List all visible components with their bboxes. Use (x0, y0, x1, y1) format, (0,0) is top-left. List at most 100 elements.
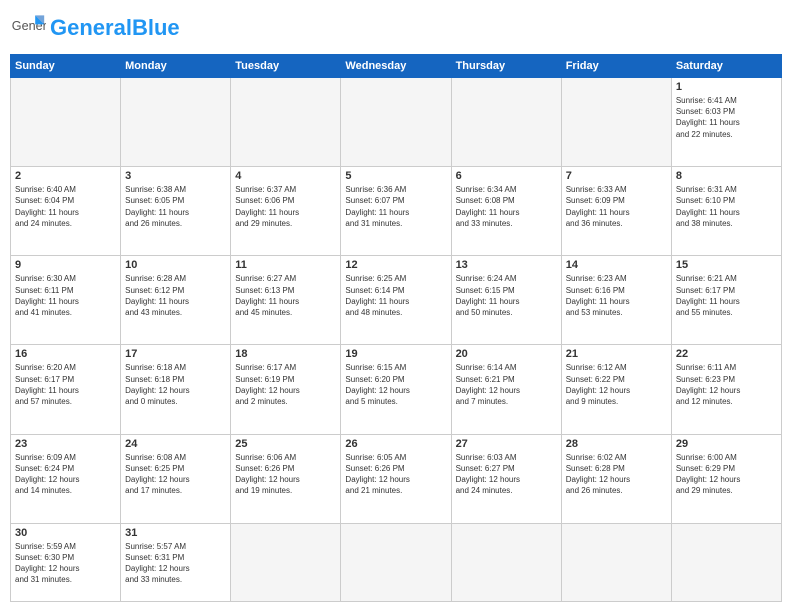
calendar-cell: 13 Sunrise: 6:24 AM Sunset: 6:15 PM Dayli… (451, 256, 561, 345)
day-number: 3 (125, 170, 226, 182)
calendar-cell: 18Sunrise: 6:17 AM Sunset: 6:19 PM Dayli… (231, 345, 341, 434)
calendar-cell: 4Sunrise: 6:37 AM Sunset: 6:06 PM Daylig… (231, 167, 341, 256)
day-number: 7 (566, 170, 667, 182)
day-info: Sunrise: 6:28 AM Sunset: 6:12 PM Dayligh… (125, 273, 226, 318)
calendar-cell: 7 Sunrise: 6:33 AM Sunset: 6:09 PM Daylig… (561, 167, 671, 256)
calendar-cell (231, 78, 341, 167)
calendar-cell: 15 Sunrise: 6:21 AM Sunset: 6:17 PM Dayli… (671, 256, 781, 345)
day-info: Sunrise: 6:40 AM Sunset: 6:04 PM Dayligh… (15, 184, 116, 229)
day-info: Sunrise: 6:06 AM Sunset: 6:26 PM Dayligh… (235, 452, 336, 497)
calendar-cell (671, 523, 781, 601)
day-info: Sunrise: 6:36 AM Sunset: 6:07 PM Dayligh… (345, 184, 446, 229)
calendar-cell: 10 Sunrise: 6:28 AM Sunset: 6:12 PM Dayli… (121, 256, 231, 345)
day-number: 8 (676, 170, 777, 182)
day-info: Sunrise: 6:21 AM Sunset: 6:17 PM Dayligh… (676, 273, 777, 318)
header: General GeneralBlue (10, 10, 782, 46)
day-number: 21 (566, 348, 667, 360)
day-info: Sunrise: 6:24 AM Sunset: 6:15 PM Dayligh… (456, 273, 557, 318)
day-info: Sunrise: 6:08 AM Sunset: 6:25 PM Dayligh… (125, 452, 226, 497)
day-number: 22 (676, 348, 777, 360)
weekday-header-thursday: Thursday (451, 55, 561, 78)
day-info: Sunrise: 6:27 AM Sunset: 6:13 PM Dayligh… (235, 273, 336, 318)
calendar-cell: 26 Sunrise: 6:05 AM Sunset: 6:26 PM Dayli… (341, 434, 451, 523)
day-info: Sunrise: 6:33 AM Sunset: 6:09 PM Dayligh… (566, 184, 667, 229)
calendar-week-row: 23Sunrise: 6:09 AM Sunset: 6:24 PM Dayli… (11, 434, 782, 523)
day-number: 14 (566, 259, 667, 271)
calendar-cell (341, 78, 451, 167)
calendar-cell: 25 Sunrise: 6:06 AM Sunset: 6:26 PM Dayli… (231, 434, 341, 523)
calendar-cell: 30 Sunrise: 5:59 AM Sunset: 6:30 PM Dayli… (11, 523, 121, 601)
calendar-cell (451, 523, 561, 601)
weekday-header-row: SundayMondayTuesdayWednesdayThursdayFrid… (11, 55, 782, 78)
day-number: 31 (125, 527, 226, 539)
day-info: Sunrise: 5:57 AM Sunset: 6:31 PM Dayligh… (125, 541, 226, 586)
day-info: Sunrise: 6:31 AM Sunset: 6:10 PM Dayligh… (676, 184, 777, 229)
calendar-cell: 20 Sunrise: 6:14 AM Sunset: 6:21 PM Dayli… (451, 345, 561, 434)
day-number: 9 (15, 259, 116, 271)
calendar-cell: 19Sunrise: 6:15 AM Sunset: 6:20 PM Dayli… (341, 345, 451, 434)
logo: General GeneralBlue (10, 10, 180, 46)
calendar-cell: 9Sunrise: 6:30 AM Sunset: 6:11 PM Daylig… (11, 256, 121, 345)
calendar-cell (561, 78, 671, 167)
page: General GeneralBlue SundayMondayTuesdayW… (0, 0, 792, 612)
day-number: 16 (15, 348, 116, 360)
day-number: 13 (456, 259, 557, 271)
calendar-table: SundayMondayTuesdayWednesdayThursdayFrid… (10, 54, 782, 602)
weekday-header-sunday: Sunday (11, 55, 121, 78)
day-info: Sunrise: 6:14 AM Sunset: 6:21 PM Dayligh… (456, 362, 557, 407)
calendar-cell: 3Sunrise: 6:38 AM Sunset: 6:05 PM Daylig… (121, 167, 231, 256)
calendar-cell: 14 Sunrise: 6:23 AM Sunset: 6:16 PM Dayli… (561, 256, 671, 345)
day-info: Sunrise: 6:25 AM Sunset: 6:14 PM Dayligh… (345, 273, 446, 318)
calendar-cell: 29 Sunrise: 6:00 AM Sunset: 6:29 PM Dayli… (671, 434, 781, 523)
calendar-cell: 12Sunrise: 6:25 AM Sunset: 6:14 PM Dayli… (341, 256, 451, 345)
calendar-week-row: 9Sunrise: 6:30 AM Sunset: 6:11 PM Daylig… (11, 256, 782, 345)
logo-text: GeneralBlue (50, 15, 180, 40)
logo-icon: General (10, 10, 46, 46)
weekday-header-wednesday: Wednesday (341, 55, 451, 78)
calendar-cell: 8 Sunrise: 6:31 AM Sunset: 6:10 PM Daylig… (671, 167, 781, 256)
day-info: Sunrise: 6:12 AM Sunset: 6:22 PM Dayligh… (566, 362, 667, 407)
calendar-cell: 2 Sunrise: 6:40 AM Sunset: 6:04 PM Daylig… (11, 167, 121, 256)
calendar-cell: 17Sunrise: 6:18 AM Sunset: 6:18 PM Dayli… (121, 345, 231, 434)
day-number: 15 (676, 259, 777, 271)
day-number: 6 (456, 170, 557, 182)
calendar-cell (341, 523, 451, 601)
day-info: Sunrise: 6:05 AM Sunset: 6:26 PM Dayligh… (345, 452, 446, 497)
day-info: Sunrise: 5:59 AM Sunset: 6:30 PM Dayligh… (15, 541, 116, 586)
day-number: 20 (456, 348, 557, 360)
day-number: 18 (235, 348, 336, 360)
day-number: 28 (566, 438, 667, 450)
day-info: Sunrise: 6:37 AM Sunset: 6:06 PM Dayligh… (235, 184, 336, 229)
day-number: 19 (345, 348, 446, 360)
day-number: 17 (125, 348, 226, 360)
calendar-cell (231, 523, 341, 601)
weekday-header-saturday: Saturday (671, 55, 781, 78)
day-info: Sunrise: 6:00 AM Sunset: 6:29 PM Dayligh… (676, 452, 777, 497)
day-info: Sunrise: 6:11 AM Sunset: 6:23 PM Dayligh… (676, 362, 777, 407)
day-number: 26 (345, 438, 446, 450)
calendar-cell: 28Sunrise: 6:02 AM Sunset: 6:28 PM Dayli… (561, 434, 671, 523)
day-number: 25 (235, 438, 336, 450)
calendar-cell (121, 78, 231, 167)
calendar-cell: 6Sunrise: 6:34 AM Sunset: 6:08 PM Daylig… (451, 167, 561, 256)
day-number: 30 (15, 527, 116, 539)
day-number: 2 (15, 170, 116, 182)
calendar-cell: 24 Sunrise: 6:08 AM Sunset: 6:25 PM Dayli… (121, 434, 231, 523)
calendar-week-row: 16Sunrise: 6:20 AM Sunset: 6:17 PM Dayli… (11, 345, 782, 434)
day-number: 29 (676, 438, 777, 450)
calendar-week-row: 30 Sunrise: 5:59 AM Sunset: 6:30 PM Dayli… (11, 523, 782, 601)
day-number: 5 (345, 170, 446, 182)
calendar-cell: 1Sunrise: 6:41 AM Sunset: 6:03 PM Daylig… (671, 78, 781, 167)
day-number: 24 (125, 438, 226, 450)
calendar-cell (11, 78, 121, 167)
calendar-cell: 23Sunrise: 6:09 AM Sunset: 6:24 PM Dayli… (11, 434, 121, 523)
day-number: 27 (456, 438, 557, 450)
day-number: 10 (125, 259, 226, 271)
calendar-cell: 11 Sunrise: 6:27 AM Sunset: 6:13 PM Dayli… (231, 256, 341, 345)
day-number: 11 (235, 259, 336, 271)
calendar-cell: 31 Sunrise: 5:57 AM Sunset: 6:31 PM Dayli… (121, 523, 231, 601)
calendar-cell (561, 523, 671, 601)
weekday-header-monday: Monday (121, 55, 231, 78)
calendar-cell (451, 78, 561, 167)
day-info: Sunrise: 6:23 AM Sunset: 6:16 PM Dayligh… (566, 273, 667, 318)
